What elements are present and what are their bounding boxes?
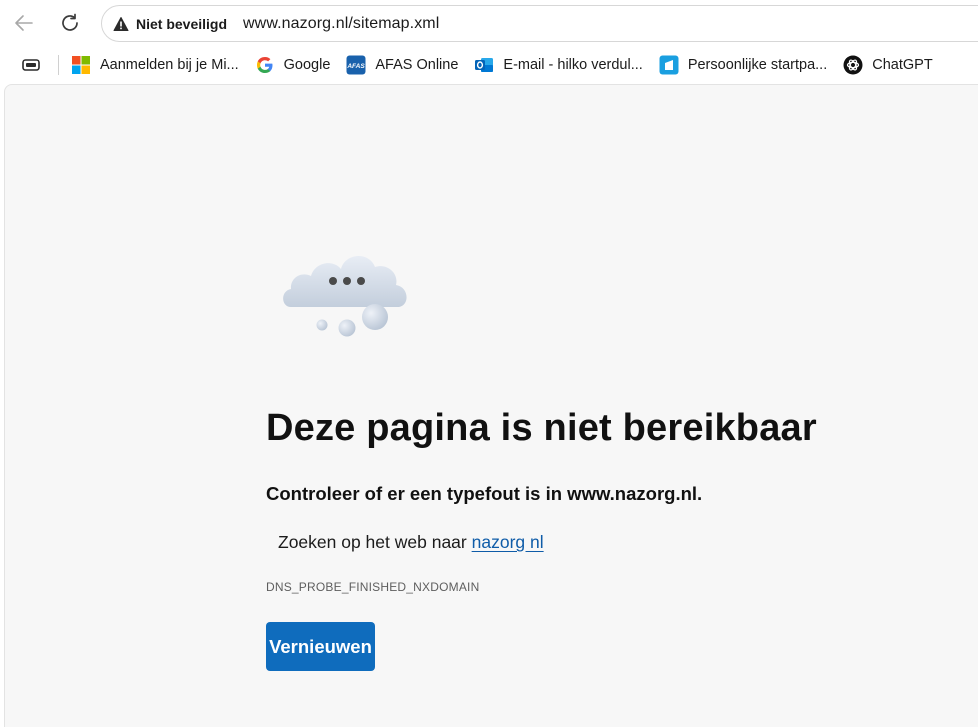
chatgpt-icon [843,55,863,75]
search-suggestion: Zoeken op het web naar nazorg nl [278,532,544,553]
reload-button[interactable] [54,7,86,39]
bookmark-label: ChatGPT [872,57,933,73]
bookmark-label: Aanmelden bij je Mi... [100,57,239,73]
bookmark-chatgpt[interactable]: ChatGPT [841,50,940,80]
bookmark-google[interactable]: Google [253,50,339,80]
security-label: Niet beveiligd [136,15,228,32]
reload-page-button[interactable]: Vernieuwen [266,622,375,671]
microsoft-icon [71,55,91,75]
error-subtitle: Controleer of er een typefout is in www.… [266,483,703,504]
browser-toolbar: Niet beveiligd www.nazorg.nl/sitemap.xml [0,0,978,46]
warning-icon [113,16,129,31]
bookmarks-divider [58,55,59,75]
bookmark-label: Google [283,57,331,73]
collections-button[interactable] [16,50,46,80]
address-bar[interactable]: Niet beveiligd www.nazorg.nl/sitemap.xml [101,5,978,42]
afas-icon: AFAS [346,55,366,75]
search-prefix: Zoeken op het web naar [278,532,467,552]
cloud-illustration [283,255,407,337]
bookmark-label: AFAS Online [375,57,459,73]
bookmark-outlook[interactable]: E-mail - hilko verdul... [472,50,650,80]
bookmark-label: Persoonlijke startpa... [687,57,828,73]
back-button[interactable] [8,7,40,39]
bookmark-startpage[interactable]: Persoonlijke startpa... [657,50,835,80]
bookmark-microsoft[interactable]: Aanmelden bij je Mi... [69,50,247,80]
bookmarks-bar: Aanmelden bij je Mi... Google AFAS AFAS … [0,46,978,84]
search-link[interactable]: nazorg nl [472,532,544,552]
error-code: DNS_PROBE_FINISHED_NXDOMAIN [266,580,480,594]
arrow-left-icon [15,15,33,31]
bookmark-label: E-mail - hilko verdul... [503,57,643,73]
outlook-icon [474,55,494,75]
url-text[interactable]: www.nazorg.nl/sitemap.xml [243,15,439,33]
google-icon [255,55,275,75]
bookmark-afas[interactable]: AFAS AFAS Online [344,50,466,80]
reload-icon [62,13,78,31]
svg-text:AFAS: AFAS [347,63,366,70]
startpage-icon [659,55,679,75]
security-indicator[interactable]: Niet beveiligd [102,6,243,41]
error-page: Deze pagina is niet bereikbaar Controlee… [4,84,978,727]
collections-icon [22,59,40,71]
page-title: Deze pagina is niet bereikbaar [266,407,817,449]
